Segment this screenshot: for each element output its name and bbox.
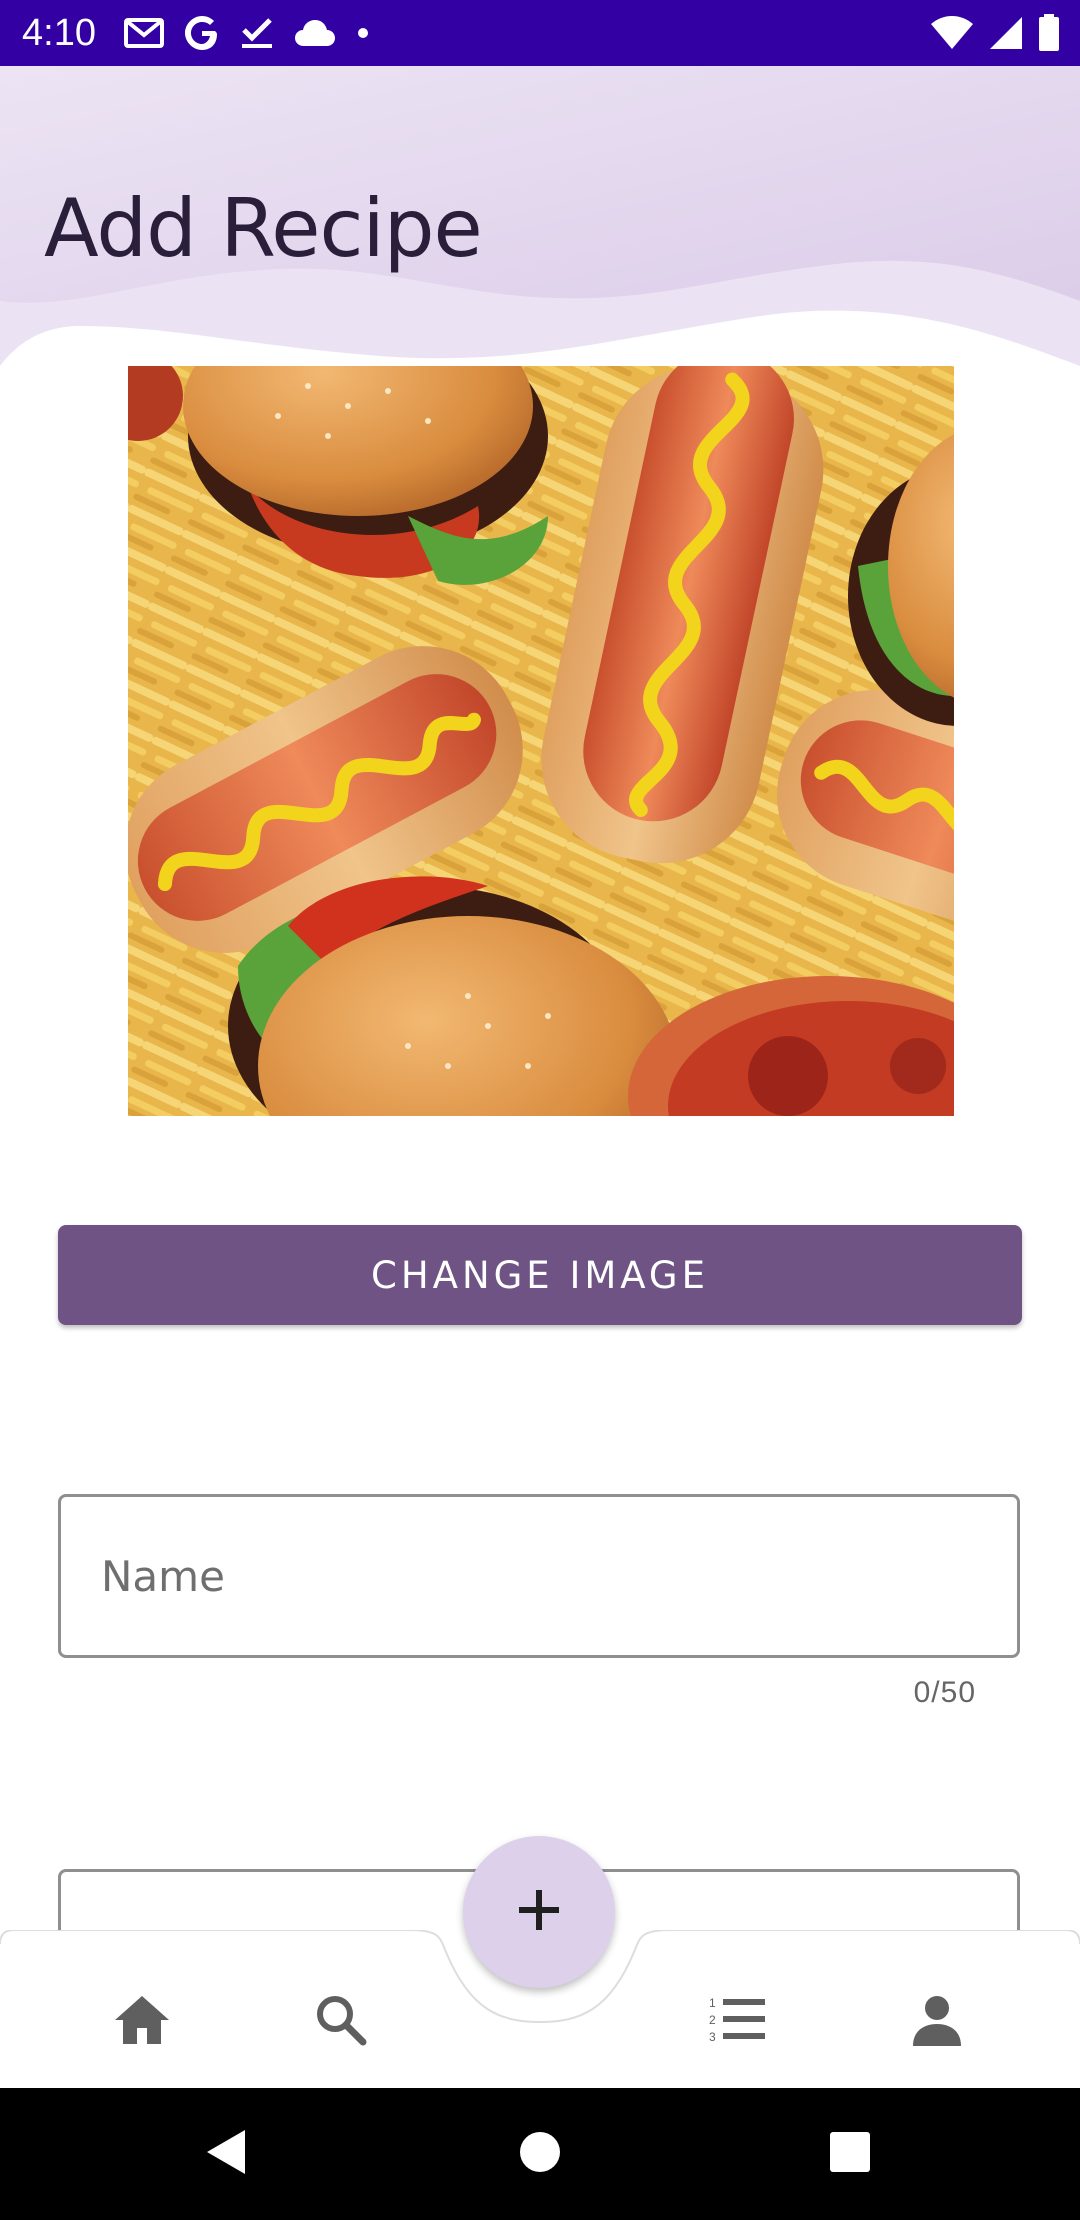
screen: 4:10 Add Recipe CHANGE IMAGE Name 0/50 1… bbox=[0, 0, 1080, 2220]
home-icon bbox=[113, 1994, 171, 2051]
svg-text:2: 2 bbox=[709, 2013, 716, 2027]
wifi-icon bbox=[930, 15, 974, 51]
battery-icon bbox=[1038, 14, 1060, 52]
gmail-icon bbox=[124, 17, 164, 49]
list-icon: 1 2 3 bbox=[709, 1996, 767, 2049]
recipe-image bbox=[128, 366, 954, 1116]
system-navigation-bar bbox=[0, 2088, 1080, 2220]
add-recipe-fab[interactable] bbox=[463, 1836, 615, 1988]
cloud-icon bbox=[294, 18, 336, 48]
home-circle-icon bbox=[518, 2130, 562, 2179]
system-home-button[interactable] bbox=[504, 2118, 576, 2190]
notification-icons bbox=[124, 12, 370, 54]
svg-text:1: 1 bbox=[709, 1996, 716, 2010]
name-input[interactable] bbox=[101, 1497, 981, 1655]
profile-icon bbox=[911, 1994, 963, 2051]
nav-profile[interactable] bbox=[897, 1982, 977, 2062]
task-check-icon bbox=[240, 16, 274, 50]
signal-icon bbox=[988, 15, 1024, 51]
change-image-button[interactable]: CHANGE IMAGE bbox=[58, 1225, 1022, 1325]
system-recents-button[interactable] bbox=[814, 2118, 886, 2190]
recents-square-icon bbox=[828, 2130, 872, 2179]
name-field[interactable] bbox=[58, 1494, 1020, 1658]
nav-search[interactable] bbox=[301, 1982, 381, 2062]
nav-home[interactable] bbox=[102, 1982, 182, 2062]
page-title: Add Recipe bbox=[44, 182, 483, 275]
plus-icon bbox=[517, 1888, 561, 1937]
status-bar: 4:10 bbox=[0, 0, 1080, 66]
dot-icon bbox=[356, 26, 370, 40]
svg-text:3: 3 bbox=[709, 2030, 716, 2044]
system-status-icons bbox=[930, 12, 1060, 54]
search-icon bbox=[315, 1994, 367, 2051]
status-time: 4:10 bbox=[22, 12, 96, 54]
back-triangle-icon bbox=[203, 2127, 249, 2182]
name-char-counter: 0/50 bbox=[913, 1676, 976, 1709]
nav-list[interactable]: 1 2 3 bbox=[698, 1982, 778, 2062]
google-icon bbox=[184, 15, 220, 51]
system-back-button[interactable] bbox=[190, 2118, 262, 2190]
